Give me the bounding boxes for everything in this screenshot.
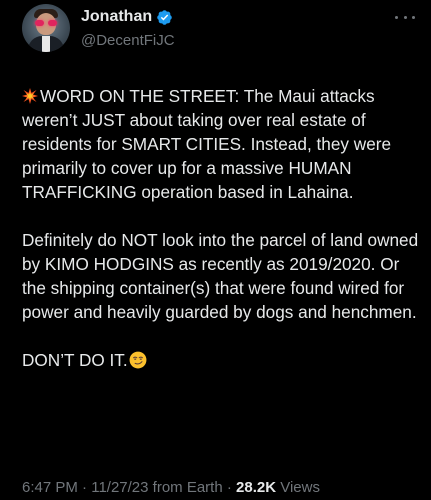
tweet-text: WORD ON THE STREET: The Maui attacks wer… <box>22 84 424 372</box>
views-count[interactable]: 28.2K <box>236 479 276 496</box>
tweet-meta: 6:47 PM · 11/27/23 from Earth · 28.2K Vi… <box>22 478 320 498</box>
meta-separator: · <box>222 479 237 496</box>
verified-badge-icon <box>157 9 172 25</box>
author-handle[interactable]: @DecentFiJC <box>81 31 175 51</box>
author-display-name[interactable]: Jonathan <box>81 7 152 27</box>
tweet-source: from Earth <box>148 479 223 496</box>
meta-separator: · <box>77 479 92 496</box>
tweet-paragraph: DON’T DO IT. <box>22 348 424 372</box>
tweet-paragraph: Definitely do NOT look into the parcel o… <box>22 228 424 324</box>
tweet-date[interactable]: 11/27/23 <box>91 479 148 496</box>
tweet-header: Jonathan @DecentFiJC <box>22 4 417 60</box>
profile-photo-icon[interactable] <box>22 4 70 52</box>
tweet-paragraph-text: Definitely do NOT look into the parcel o… <box>22 230 419 322</box>
tweet-paragraph-text: DON’T DO IT. <box>22 350 128 370</box>
tweet-card: Jonathan @DecentFiJC WORD ON THE STREET:… <box>0 0 431 500</box>
more-options-icon[interactable] <box>395 14 415 20</box>
collision-emoji-icon <box>22 88 38 104</box>
smirking-face-emoji-icon <box>129 351 147 369</box>
views-label: Views <box>276 479 320 496</box>
tweet-paragraph: WORD ON THE STREET: The Maui attacks wer… <box>22 84 424 204</box>
author-name-row[interactable]: Jonathan <box>81 7 173 27</box>
tweet-time[interactable]: 6:47 PM <box>22 479 78 496</box>
tweet-paragraph-text: WORD ON THE STREET: The Maui attacks wer… <box>22 86 392 202</box>
